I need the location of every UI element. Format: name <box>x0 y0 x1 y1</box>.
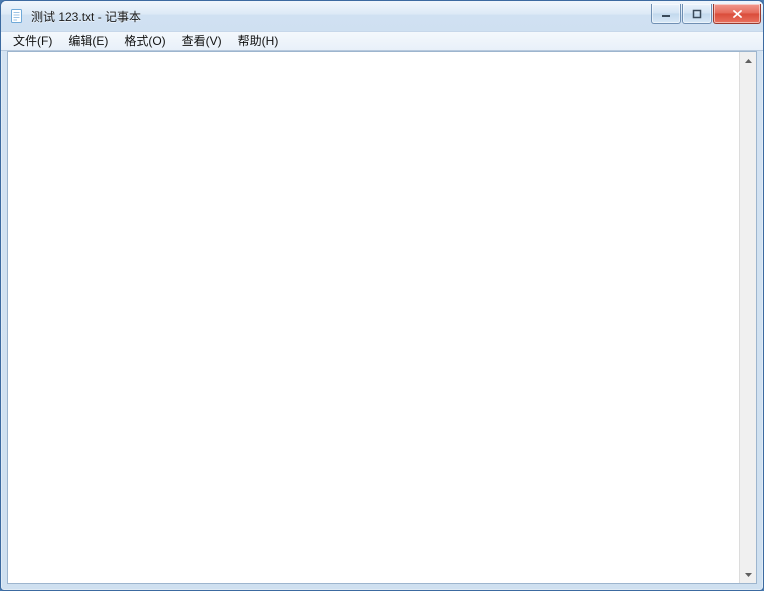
maximize-button[interactable] <box>682 4 712 24</box>
scroll-down-arrow-icon[interactable] <box>740 566 757 583</box>
menu-help[interactable]: 帮助(H) <box>230 32 287 50</box>
minimize-button[interactable] <box>651 4 681 24</box>
notepad-window: 测试 123.txt - 记事本 文件(F) 编辑(E) 格式(O) 查看(V)… <box>0 0 764 591</box>
vertical-scrollbar[interactable] <box>739 52 756 583</box>
titlebar[interactable]: 测试 123.txt - 记事本 <box>1 1 763 31</box>
menu-edit[interactable]: 编辑(E) <box>60 32 116 50</box>
window-title: 测试 123.txt - 记事本 <box>31 8 141 25</box>
text-editor[interactable] <box>8 52 739 583</box>
notepad-icon <box>9 8 25 24</box>
scroll-up-arrow-icon[interactable] <box>740 52 757 69</box>
close-button[interactable] <box>713 4 761 24</box>
menubar: 文件(F) 编辑(E) 格式(O) 查看(V) 帮助(H) <box>1 31 763 51</box>
window-controls <box>651 4 761 24</box>
menu-file[interactable]: 文件(F) <box>5 32 60 50</box>
menu-view[interactable]: 查看(V) <box>174 32 230 50</box>
client-area <box>7 51 757 584</box>
menu-format[interactable]: 格式(O) <box>116 32 173 50</box>
